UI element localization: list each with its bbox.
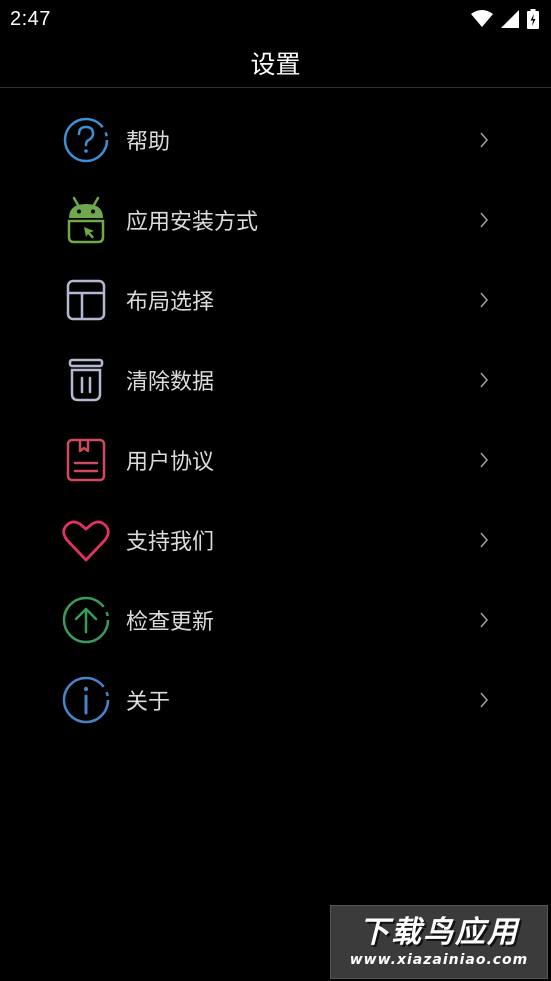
title-bar: 设置 [0,38,551,88]
chevron-right-icon [478,691,490,709]
battery-icon [527,9,539,29]
menu-item-label: 支持我们 [126,530,215,555]
trash-icon [60,354,112,406]
watermark-title: 下载鸟应用 [359,915,519,950]
menu-item-layout[interactable]: 布局选择 [0,260,551,340]
watermark-url: www.xiazainiao.com [349,952,529,968]
menu-item-install-method[interactable]: 应用安装方式 [0,180,551,260]
status-icons [471,9,539,29]
menu-item-support-us[interactable]: 支持我们 [0,500,551,580]
menu-item-about[interactable]: 关于 [0,660,551,740]
help-icon [60,114,112,166]
menu-item-check-update[interactable]: 检查更新 [0,580,551,660]
menu-item-label: 用户协议 [126,450,215,475]
page-title: 设置 [250,49,301,79]
chevron-right-icon [478,131,490,149]
menu-item-label: 检查更新 [126,610,215,635]
menu-item-label: 应用安装方式 [126,210,259,235]
android-icon [60,194,112,246]
upload-icon [60,594,112,646]
chevron-right-icon [478,611,490,629]
menu-item-help[interactable]: 帮助 [0,100,551,180]
menu-item-label: 清除数据 [126,370,215,395]
info-icon [60,674,112,726]
chevron-right-icon [478,291,490,309]
chevron-right-icon [478,211,490,229]
menu-item-label: 帮助 [126,130,171,155]
status-bar: 2:47 [0,0,551,38]
signal-icon [501,10,519,28]
status-time: 2:47 [10,7,51,30]
chevron-right-icon [478,371,490,389]
settings-menu: 帮助 应用安装方式 布局选择 清除数据 用户协议 支持我们 检查更新 关于 [0,100,551,740]
menu-item-clear-data[interactable]: 清除数据 [0,340,551,420]
menu-item-label: 关于 [126,690,171,715]
watermark-logo: 下载鸟应用 www.xiazainiao.com [330,905,548,979]
menu-item-label: 布局选择 [126,290,215,315]
menu-item-user-agreement[interactable]: 用户协议 [0,420,551,500]
settings-screen: 2:47 设置 帮助 应用安装方式 布局选择 清除数据 用户协议 支持我们 检查… [0,0,551,981]
chevron-right-icon [478,451,490,469]
layout-icon [60,274,112,326]
agreement-icon [60,434,112,486]
wifi-icon [471,10,493,28]
chevron-right-icon [478,531,490,549]
heart-icon [60,514,112,566]
